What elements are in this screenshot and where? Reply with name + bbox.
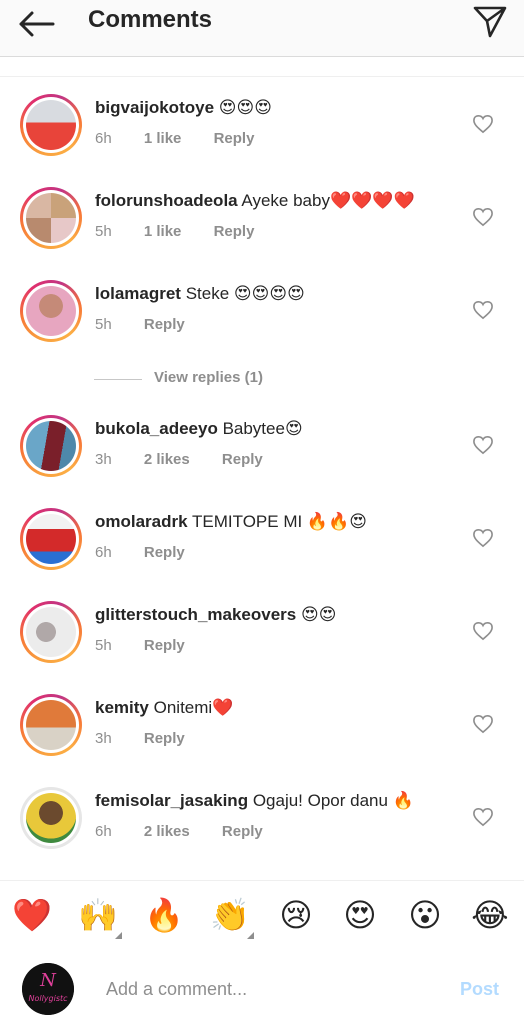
comment-likes[interactable]: 1 like	[144, 130, 182, 147]
raised-hands-emoji[interactable]: 🙌	[78, 895, 122, 939]
skin-tone-indicator	[247, 932, 254, 939]
comment-text: Onitemi❤️	[153, 698, 234, 717]
logo-wordmark: Nollygistc	[28, 994, 68, 1003]
comment-time: 5h	[95, 316, 112, 333]
heart-icon[interactable]	[472, 714, 494, 734]
comment-time: 5h	[95, 637, 112, 654]
comment-username[interactable]: glitterstouch_makeovers	[95, 605, 296, 624]
comment-text: TEMITOPE MI 🔥🔥😍	[192, 512, 367, 531]
heart-eyes-emoji[interactable]: 😍	[340, 895, 380, 935]
comment-username[interactable]: bigvaijokotoye	[95, 98, 214, 117]
comment-time: 3h	[95, 451, 112, 468]
comment-likes[interactable]: 1 like	[144, 223, 182, 240]
avatar[interactable]	[20, 601, 82, 663]
comment-time: 6h	[95, 544, 112, 561]
comment-item: bigvaijokotoye 😍😍😍 6h 1 like Reply	[0, 80, 524, 170]
reply-button[interactable]: Reply	[144, 730, 185, 747]
comment-composer: N Nollygistc Post	[0, 951, 524, 1024]
heart-emoji[interactable]: ❤️	[12, 895, 52, 935]
reply-button[interactable]: Reply	[222, 823, 263, 840]
direct-send-icon[interactable]	[470, 2, 510, 42]
comment-text: 😍😍😍	[218, 98, 272, 117]
reply-button[interactable]: Reply	[144, 544, 185, 561]
reply-button[interactable]: Reply	[214, 223, 255, 240]
view-replies-label[interactable]: View replies (1)	[154, 369, 263, 386]
my-avatar[interactable]: N Nollygistc	[22, 963, 74, 1015]
back-arrow-icon[interactable]	[14, 4, 58, 44]
avatar[interactable]	[20, 415, 82, 477]
comment-text: Steke 😍😍😍😍	[185, 284, 305, 303]
comment-item: femisolar_jasaking Ogaju! Opor danu 🔥 6h…	[0, 773, 524, 863]
reply-button[interactable]: Reply	[222, 451, 263, 468]
avatar[interactable]	[20, 187, 82, 249]
comment-text: 😍😍	[300, 605, 337, 624]
avatar[interactable]	[20, 280, 82, 342]
divider	[94, 379, 142, 380]
heart-icon[interactable]	[472, 207, 494, 227]
heart-icon[interactable]	[472, 435, 494, 455]
comment-username[interactable]: femisolar_jasaking	[95, 791, 248, 810]
skin-tone-indicator	[115, 932, 122, 939]
comment-likes[interactable]: 2 likes	[144, 823, 190, 840]
comment-item: lolamagret Steke 😍😍😍😍 5h Reply	[0, 266, 524, 356]
comment-text: Ayeke baby❤️❤️❤️❤️	[241, 191, 415, 210]
page-title: Comments	[88, 6, 213, 33]
post-button[interactable]: Post	[460, 979, 499, 1000]
heart-icon[interactable]	[472, 114, 494, 134]
heart-icon[interactable]	[472, 300, 494, 320]
surprised-face-emoji[interactable]: 😮	[405, 895, 445, 935]
clapping-hands-emoji[interactable]: 👏	[210, 895, 254, 939]
comment-time: 3h	[95, 730, 112, 747]
avatar[interactable]	[20, 787, 82, 849]
comment-likes[interactable]: 2 likes	[144, 451, 190, 468]
emoji-quick-bar: ❤️ 🙌 🔥 👏 😢 😍 😮 😂	[0, 880, 524, 952]
view-replies-button[interactable]: View replies (1)	[94, 367, 394, 391]
heart-icon[interactable]	[472, 807, 494, 827]
comment-text: Babytee😍	[222, 419, 303, 438]
crying-face-emoji[interactable]: 😢	[276, 895, 316, 935]
top-bar: Comments	[0, 0, 524, 57]
comment-item: kemity Onitemi❤️ 3h Reply	[0, 680, 524, 770]
comment-list[interactable]: bigvaijokotoye 😍😍😍 6h 1 like Reply folor…	[0, 80, 524, 880]
heart-icon[interactable]	[472, 621, 494, 641]
avatar[interactable]	[20, 508, 82, 570]
comment-username[interactable]: omolaradrk	[95, 512, 188, 531]
avatar[interactable]	[20, 694, 82, 756]
reply-button[interactable]: Reply	[144, 316, 185, 333]
comment-username[interactable]: bukola_adeeyo	[95, 419, 218, 438]
heart-icon[interactable]	[472, 528, 494, 548]
comment-time: 6h	[95, 130, 112, 147]
reply-button[interactable]: Reply	[214, 130, 255, 147]
comment-item: folorunshoadeola Ayeke baby❤️❤️❤️❤️ 5h 1…	[0, 173, 524, 263]
comment-username[interactable]: kemity	[95, 698, 149, 717]
comment-username[interactable]: lolamagret	[95, 284, 181, 303]
avatar[interactable]	[20, 94, 82, 156]
fire-emoji[interactable]: 🔥	[144, 895, 184, 935]
comment-time: 6h	[95, 823, 112, 840]
comment-item: omolaradrk TEMITOPE MI 🔥🔥😍 6h Reply	[0, 494, 524, 584]
svg-text:N: N	[39, 970, 57, 991]
comment-item: bukola_adeeyo Babytee😍 3h 2 likes Reply	[0, 401, 524, 491]
clapping-hands-glyph: 👏	[210, 897, 250, 933]
raised-hands-glyph: 🙌	[78, 897, 118, 933]
divider	[0, 76, 524, 77]
comment-username[interactable]: folorunshoadeola	[95, 191, 238, 210]
comment-time: 5h	[95, 223, 112, 240]
reply-button[interactable]: Reply	[144, 637, 185, 654]
comment-input[interactable]	[104, 973, 438, 1005]
comment-text: Ogaju! Opor danu 🔥	[252, 791, 414, 810]
tears-of-joy-emoji[interactable]: 😂	[470, 895, 510, 935]
comment-item: glitterstouch_makeovers 😍😍 5h Reply	[0, 587, 524, 677]
